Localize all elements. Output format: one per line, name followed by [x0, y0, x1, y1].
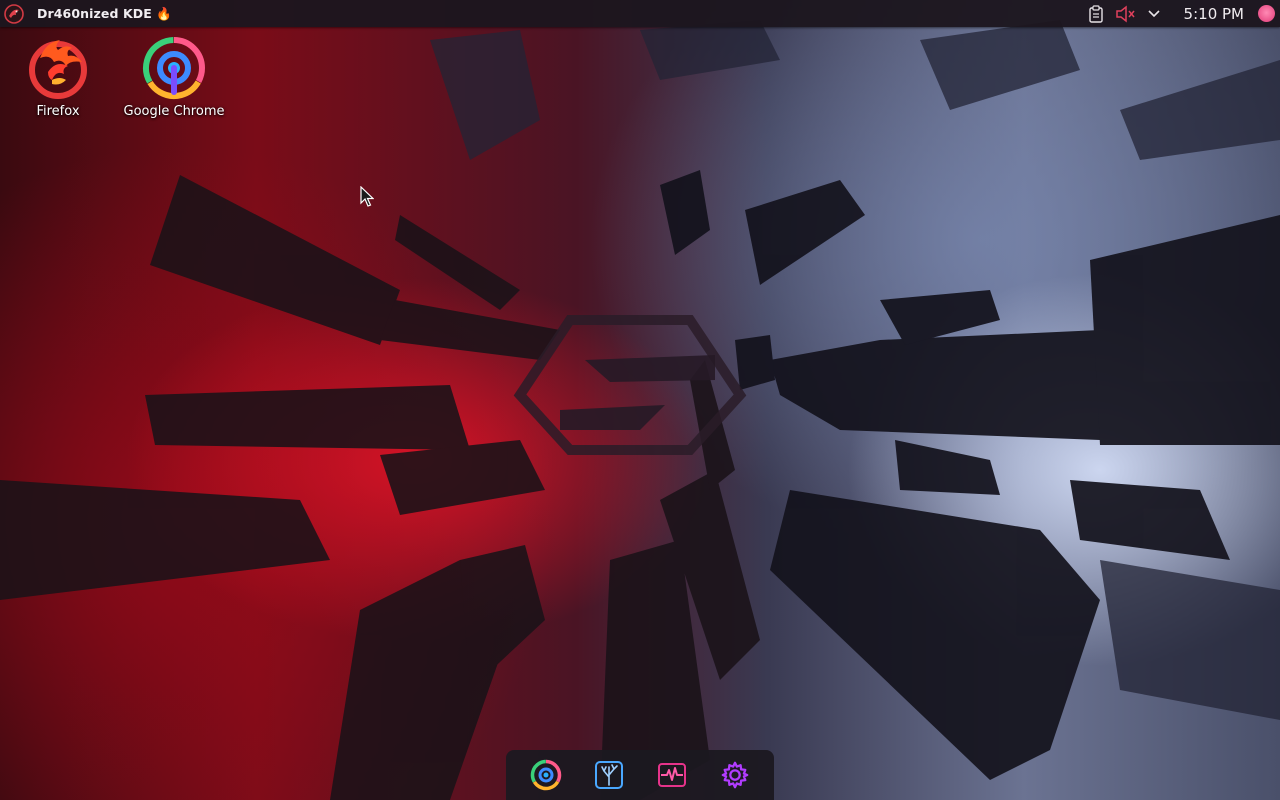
chevron-down-icon[interactable] — [1143, 3, 1165, 25]
desktop-icon-label: Firefox — [36, 104, 80, 119]
dock-item-system-monitor[interactable] — [654, 757, 690, 793]
window-title: Dr460nized KDE 🔥 — [37, 5, 172, 21]
firefox-icon — [29, 40, 87, 99]
desktop-icon-label: Google Chrome — [123, 104, 225, 119]
gear-icon — [721, 761, 748, 789]
desktop[interactable]: Dr460nized KDE 🔥 5:10 PM Firefox Google … — [0, 0, 1280, 800]
activity-icon — [657, 763, 686, 787]
dock-item-file-manager[interactable] — [591, 757, 627, 793]
wallpaper-shapes — [0, 20, 1280, 800]
dock — [506, 750, 774, 800]
clipboard-icon[interactable] — [1085, 3, 1107, 25]
wallpaper — [0, 0, 1280, 800]
chrome-icon — [530, 759, 561, 791]
tree-folder-icon — [594, 761, 623, 789]
volume-muted-icon[interactable] — [1114, 3, 1136, 25]
user-avatar[interactable] — [1258, 5, 1275, 22]
dock-item-settings[interactable] — [717, 757, 753, 793]
dock-item-chrome[interactable] — [528, 757, 564, 793]
clock[interactable]: 5:10 PM — [1184, 5, 1244, 23]
top-panel: Dr460nized KDE 🔥 5:10 PM — [0, 0, 1280, 27]
desktop-icon-firefox[interactable]: Firefox — [6, 36, 110, 119]
system-tray: 5:10 PM — [1085, 0, 1280, 27]
mouse-cursor-icon — [360, 186, 374, 207]
desktop-icon-google-chrome[interactable]: Google Chrome — [122, 36, 226, 119]
dragon-logo-icon[interactable] — [3, 3, 25, 25]
chrome-icon — [142, 37, 205, 99]
